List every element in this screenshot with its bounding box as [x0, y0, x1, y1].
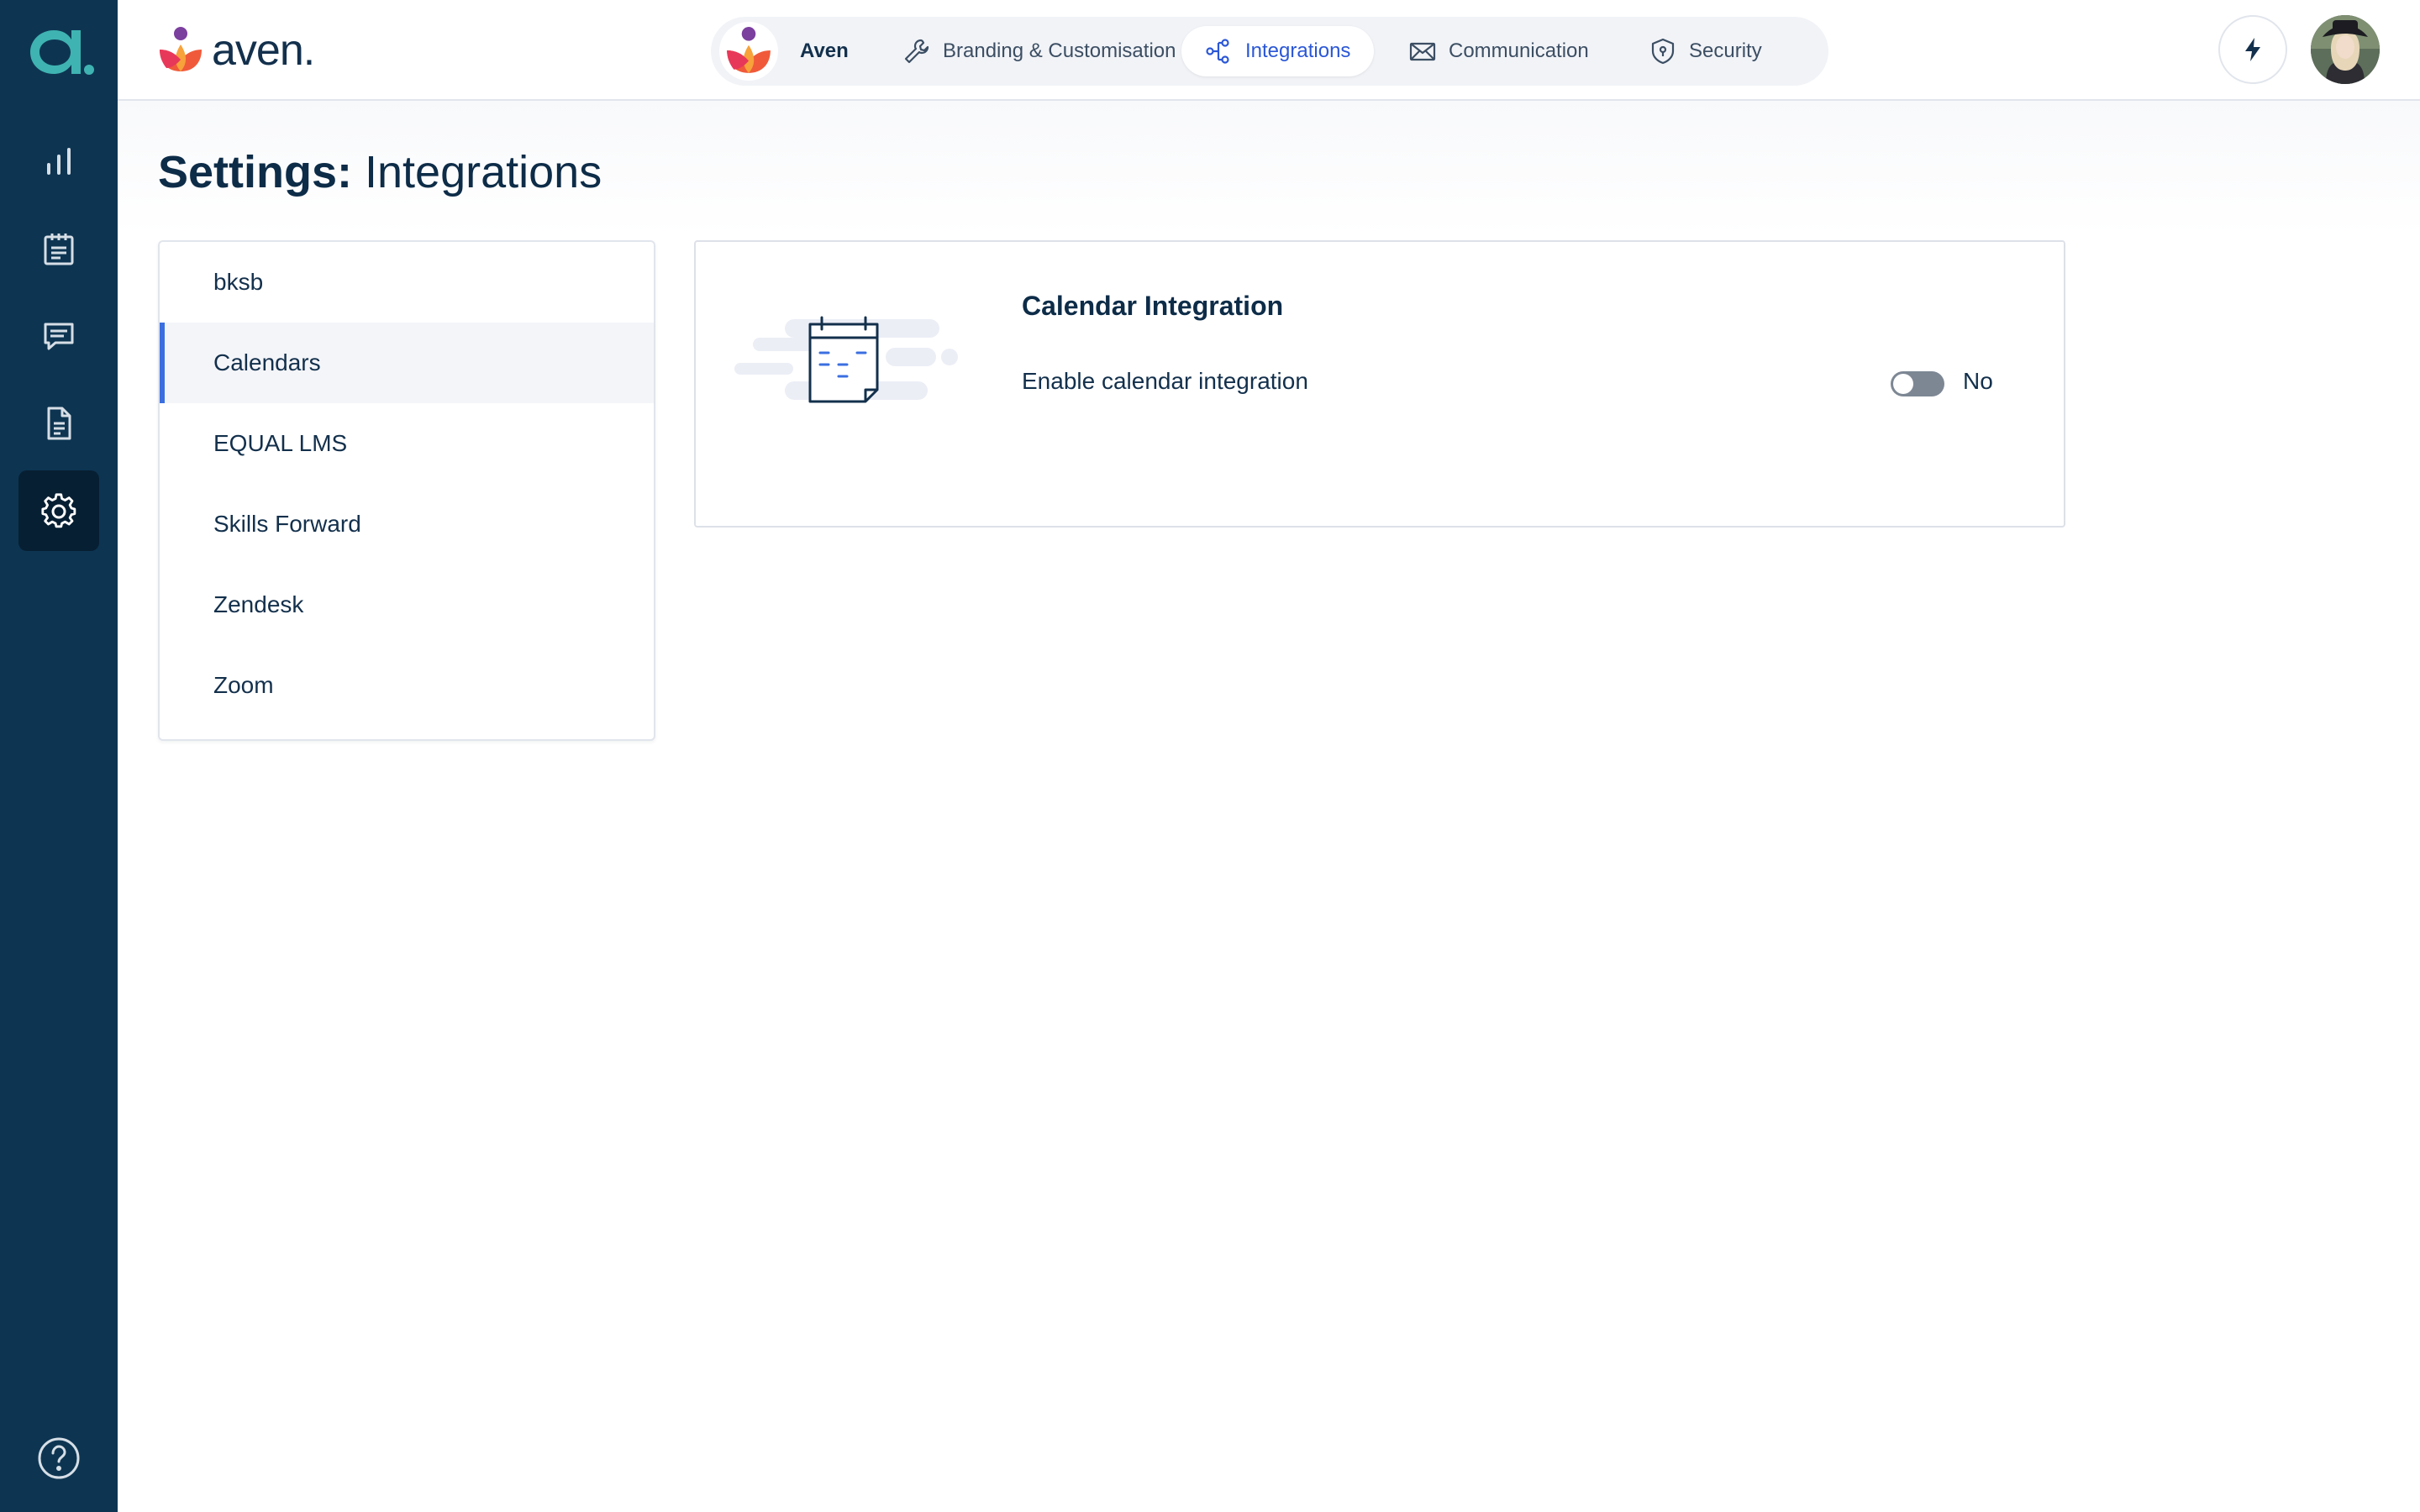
tab-branding-customisation[interactable]: Branding & Customisation — [879, 26, 1199, 76]
integration-item-zendesk[interactable]: Zendesk — [160, 564, 654, 645]
tab-security[interactable]: Security — [1625, 26, 1786, 76]
brand-wordmark: aven. — [212, 26, 315, 75]
gear-icon — [41, 493, 76, 528]
integration-item-label: bksb — [213, 269, 264, 295]
tab-communication[interactable]: Communication — [1385, 26, 1612, 76]
brand-logo[interactable]: aven. — [156, 24, 315, 77]
settings-nav-button[interactable] — [18, 470, 99, 551]
toggle-state-text: No — [1963, 368, 1993, 394]
lotus-logo-icon — [727, 27, 771, 73]
lightning-bolt-icon — [2245, 38, 2260, 61]
aven-a-logo[interactable] — [25, 18, 96, 82]
tasks-nav-button[interactable] — [18, 208, 99, 289]
top-bar: aven. Aven Branding & Customisation Inte… — [118, 0, 2420, 101]
document-icon — [47, 407, 71, 440]
org-switcher[interactable]: Aven — [719, 22, 849, 81]
lotus-logo-icon — [160, 27, 202, 71]
left-rail — [0, 0, 118, 1512]
enable-calendar-label: Enable calendar integration — [1022, 368, 1308, 394]
enable-calendar-toggle[interactable] — [1891, 371, 1944, 396]
shield-icon — [1651, 38, 1675, 65]
user-photo — [2311, 15, 2380, 84]
calendar-integration-panel: Calendar Integration Enable calendar int… — [694, 240, 2065, 528]
panel-title: Calendar Integration — [1022, 291, 1284, 321]
bar-chart-icon — [47, 148, 71, 175]
envelope-icon — [1409, 42, 1436, 61]
integrations-list: bksb Calendars EQUAL LMS Skills Forward … — [158, 240, 655, 741]
help-circle-icon[interactable] — [37, 1436, 81, 1480]
integration-item-label: Calendars — [213, 349, 321, 375]
integration-item-label: Zendesk — [213, 591, 304, 617]
org-avatar — [719, 22, 778, 81]
tab-label: Security — [1689, 39, 1762, 62]
tab-integrations[interactable]: Integrations — [1181, 26, 1375, 76]
integration-item-calendars[interactable]: Calendars — [160, 323, 654, 403]
reports-nav-button[interactable] — [18, 121, 99, 202]
page-title-prefix: Settings: — [158, 147, 353, 197]
tab-label: Communication — [1449, 39, 1589, 62]
integration-item-label: Skills Forward — [213, 511, 361, 537]
tab-label: Integrations — [1245, 39, 1351, 62]
page-title-section: Integrations — [352, 147, 602, 197]
calendar-illustration-icon — [734, 316, 958, 403]
clipboard-icon — [44, 234, 74, 265]
integration-item-zoom[interactable]: Zoom — [160, 645, 654, 726]
chat-icon — [44, 323, 74, 350]
wrench-icon — [904, 39, 929, 64]
integration-item-label: Zoom — [213, 672, 274, 698]
documents-nav-button[interactable] — [18, 383, 99, 464]
messages-nav-button[interactable] — [18, 296, 99, 376]
toggle-knob — [1893, 374, 1913, 394]
quick-actions-button[interactable] — [2218, 15, 2287, 84]
integration-item-equal-lms[interactable]: EQUAL LMS — [160, 403, 654, 484]
org-name: Aven — [800, 39, 849, 62]
settings-nav: Aven Branding & Customisation Integratio… — [711, 17, 1828, 86]
integration-item-label: EQUAL LMS — [213, 430, 348, 456]
user-avatar[interactable] — [2311, 15, 2380, 84]
integration-item-bksb[interactable]: bksb — [160, 242, 654, 323]
integration-item-skills-forward[interactable]: Skills Forward — [160, 484, 654, 564]
tab-label: Branding & Customisation — [943, 39, 1176, 62]
page-title: Settings: Integrations — [158, 146, 602, 198]
nodes-icon — [1206, 39, 1229, 64]
